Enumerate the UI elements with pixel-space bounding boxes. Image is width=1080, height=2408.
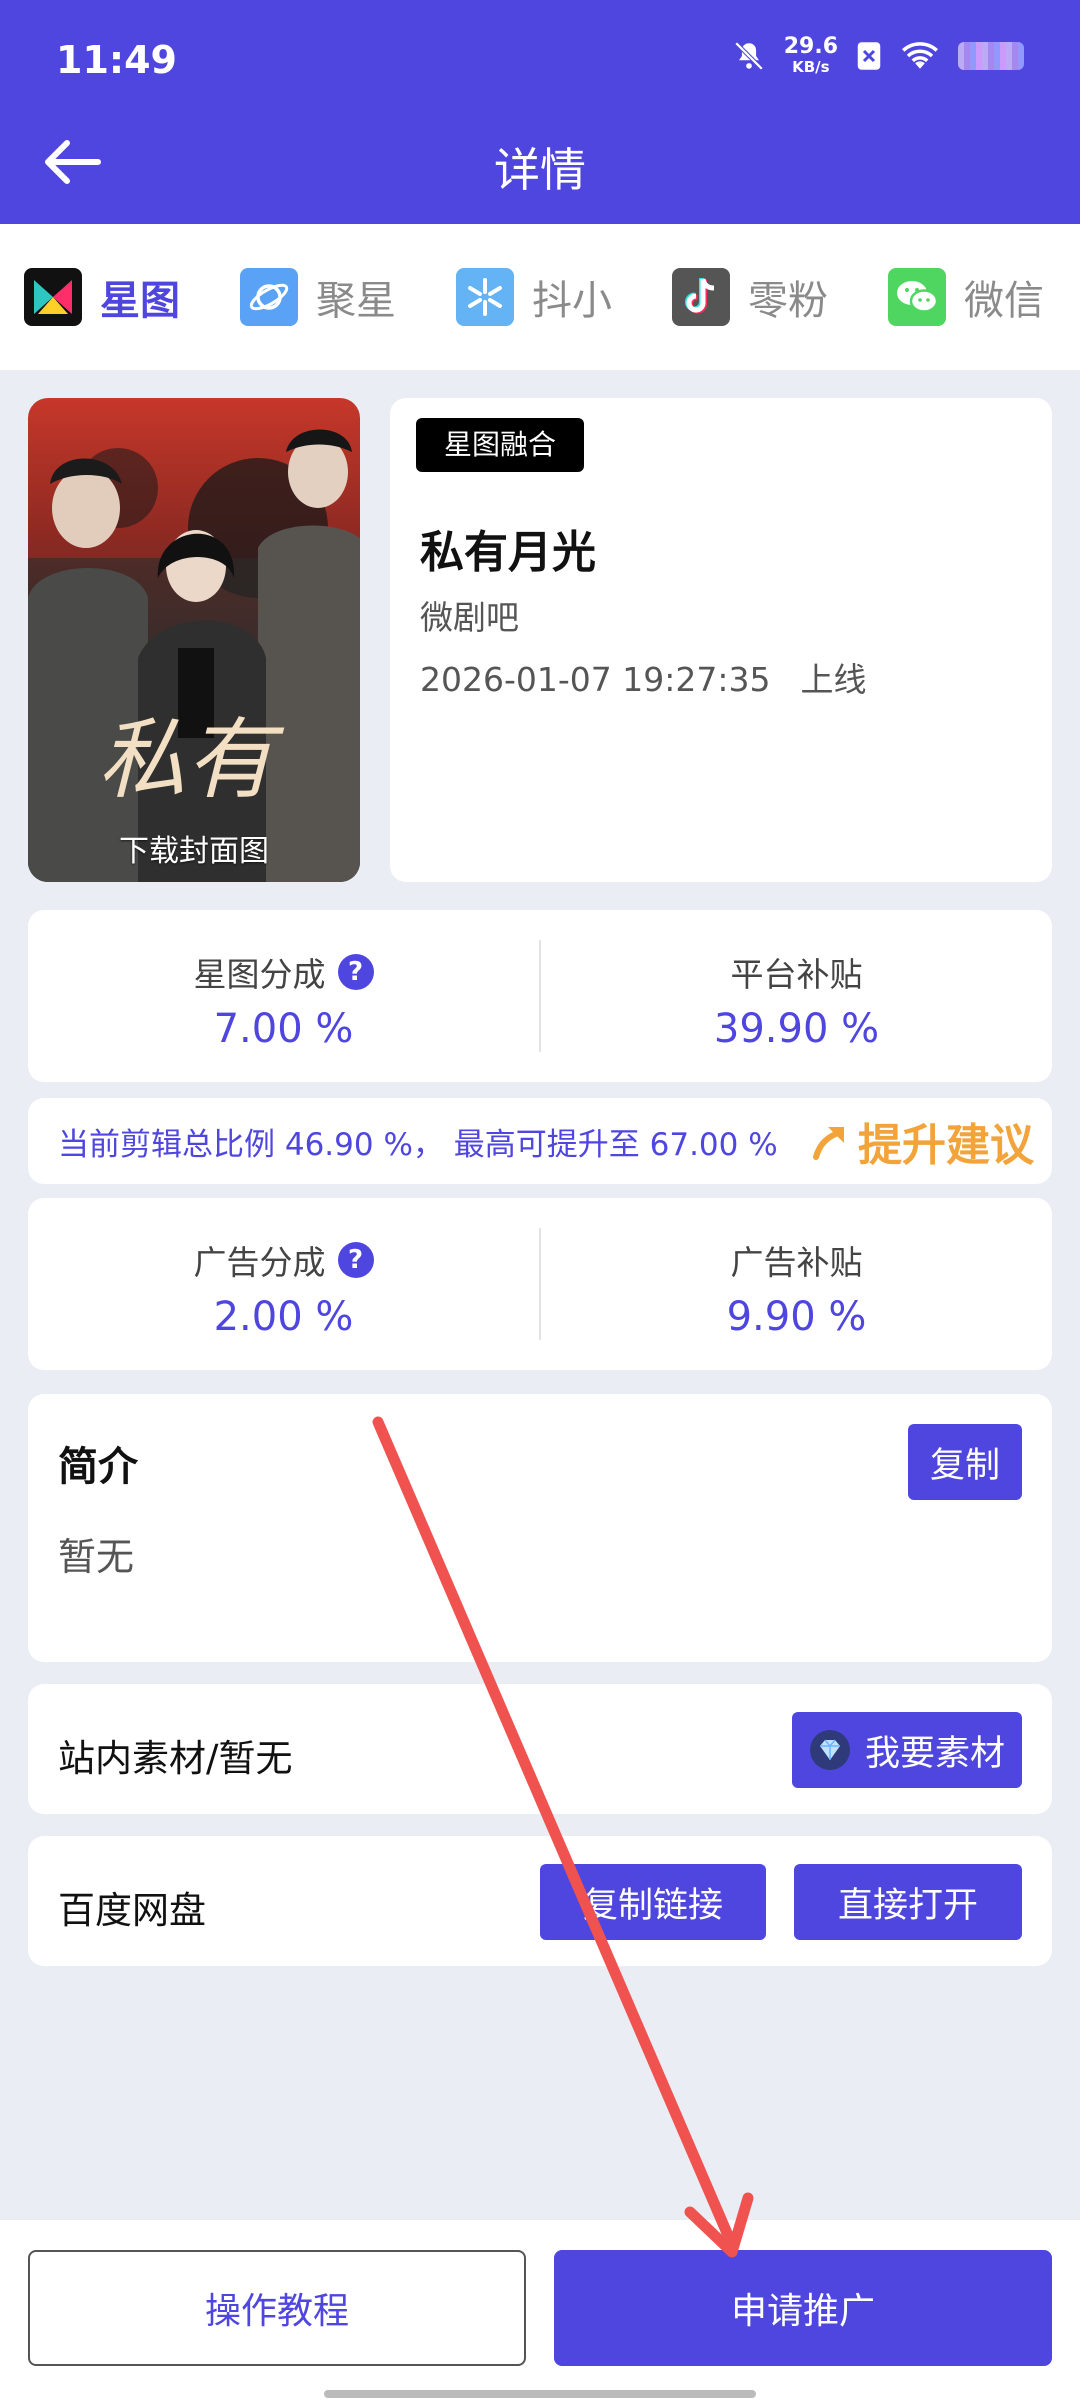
- bottom-action-bar: 操作教程 申请推广: [0, 2220, 1080, 2408]
- tab-label: 星图: [100, 278, 180, 324]
- copy-link-button[interactable]: 复制链接: [540, 1864, 766, 1940]
- category-tag: 星图融合: [416, 418, 585, 472]
- drama-title: 私有月光: [420, 527, 596, 578]
- improve-suggestion-label: 提升建议: [858, 1120, 1034, 1171]
- netdisk-card: 百度网盘 复制链接 直接打开: [28, 1836, 1052, 1966]
- materials-label: 站内素材/暂无: [58, 1737, 293, 1780]
- stat-value: 39.90 %: [713, 1006, 880, 1052]
- tab-xingtu[interactable]: 星图: [0, 224, 216, 370]
- stat-value: 2.00 %: [213, 1294, 354, 1340]
- planet-icon: [240, 268, 298, 326]
- home-indicator: [324, 2390, 756, 2398]
- edit-ratio-tip: 当前剪辑总比例 46.90 %， 最高可提升至 67.00 % 提升建议: [28, 1098, 1052, 1184]
- stat-label: 广告分成: [193, 1243, 326, 1282]
- diamond-icon: [809, 1730, 850, 1770]
- ad-share-card: 广告分成? 2.00 % 广告补贴 9.90 %: [28, 1198, 1052, 1370]
- tip-text: 当前剪辑总比例 46.90 %， 最高可提升至 67.00 %: [58, 1126, 778, 1163]
- open-directly-button[interactable]: 直接打开: [794, 1864, 1022, 1940]
- intro-title: 简介: [58, 1444, 138, 1490]
- page-title: 详情: [494, 143, 586, 197]
- ad-subsidy-stat: 广告补贴 9.90 %: [541, 1198, 1052, 1370]
- tab-douxiao[interactable]: 抖小: [432, 224, 648, 370]
- network-speed: 29.6 KB/s: [784, 36, 838, 75]
- intro-body: 暂无: [58, 1535, 135, 1579]
- status-icons: 29.6 KB/s: [732, 36, 1024, 75]
- apply-promotion-button[interactable]: 申请推广: [554, 2250, 1052, 2366]
- stat-label: 广告补贴: [730, 1243, 863, 1282]
- request-materials-button[interactable]: 我要素材: [792, 1712, 1022, 1788]
- materials-card: 站内素材/暂无 我要素材: [28, 1684, 1052, 1814]
- online-label: 上线: [800, 660, 867, 699]
- tab-label: 零粉: [748, 278, 828, 324]
- tab-label: 微信: [964, 278, 1044, 324]
- svg-text:私有: 私有: [98, 708, 285, 811]
- drama-info-card: 星图融合 私有月光 微剧吧 2026-01-07 19:27:35 上线: [390, 398, 1052, 882]
- download-cover-label[interactable]: 下载封面图: [28, 826, 360, 870]
- tiktok-icon: [672, 268, 730, 326]
- platform-tabs: 星图 聚星 抖小 零粉 微信: [0, 224, 1080, 370]
- speed-value: 29.6: [783, 34, 838, 59]
- bell-muted-icon: [734, 41, 763, 70]
- stat-value: 7.00 %: [213, 1006, 354, 1052]
- platform-subsidy-stat: 平台补贴 39.90 %: [541, 910, 1052, 1082]
- top-bar: 11:49 29.6 KB/s 详情: [0, 0, 1080, 224]
- producer-name: 微剧吧: [420, 598, 519, 637]
- ad-share-stat: 广告分成? 2.00 %: [28, 1198, 539, 1370]
- trend-up-arrow-icon: [813, 1127, 844, 1160]
- xingtu-share-stat: 星图分成? 7.00 %: [28, 910, 539, 1082]
- tab-label: 聚星: [316, 278, 396, 324]
- tab-lingfen[interactable]: 零粉: [648, 224, 864, 370]
- help-icon[interactable]: ?: [337, 954, 374, 990]
- tab-label: 抖小: [532, 278, 612, 324]
- tab-weixin[interactable]: 微信: [864, 224, 1080, 370]
- xingtu-logo-icon: [24, 268, 82, 326]
- poster-title-art: 私有: [98, 708, 285, 811]
- page: 11:49 29.6 KB/s 详情 星图 聚星 抖小 零粉 微信 私有 下载封…: [0, 0, 1080, 2408]
- speed-unit: KB/s: [792, 58, 830, 76]
- wifi-icon: [902, 41, 938, 69]
- intro-card: 简介 暂无 复制: [28, 1394, 1052, 1662]
- no-sim-icon: [857, 41, 881, 70]
- revenue-share-card: 星图分成? 7.00 % 平台补贴 39.90 %: [28, 910, 1052, 1082]
- online-time: 2026-01-07 19:27:35: [420, 660, 771, 699]
- cover-poster[interactable]: 私有 下载封面图: [28, 398, 360, 882]
- stat-label: 星图分成: [193, 955, 326, 994]
- netdisk-label: 百度网盘: [58, 1889, 206, 1932]
- snowflake-icon: [456, 268, 514, 326]
- copy-intro-button[interactable]: 复制: [908, 1424, 1022, 1500]
- status-time: 11:49: [56, 38, 177, 82]
- improve-suggestion-link[interactable]: 提升建议: [810, 1109, 1034, 1173]
- tutorial-button[interactable]: 操作教程: [28, 2250, 526, 2366]
- tab-juxing[interactable]: 聚星: [216, 224, 432, 370]
- stat-value: 9.90 %: [726, 1294, 867, 1340]
- request-materials-label: 我要素材: [864, 1733, 1005, 1774]
- wechat-icon: [888, 268, 946, 326]
- stat-label: 平台补贴: [730, 955, 863, 994]
- battery-icon: [958, 41, 1024, 70]
- online-time-row: 2026-01-07 19:27:35 上线: [420, 653, 866, 701]
- help-icon[interactable]: ?: [337, 1242, 374, 1278]
